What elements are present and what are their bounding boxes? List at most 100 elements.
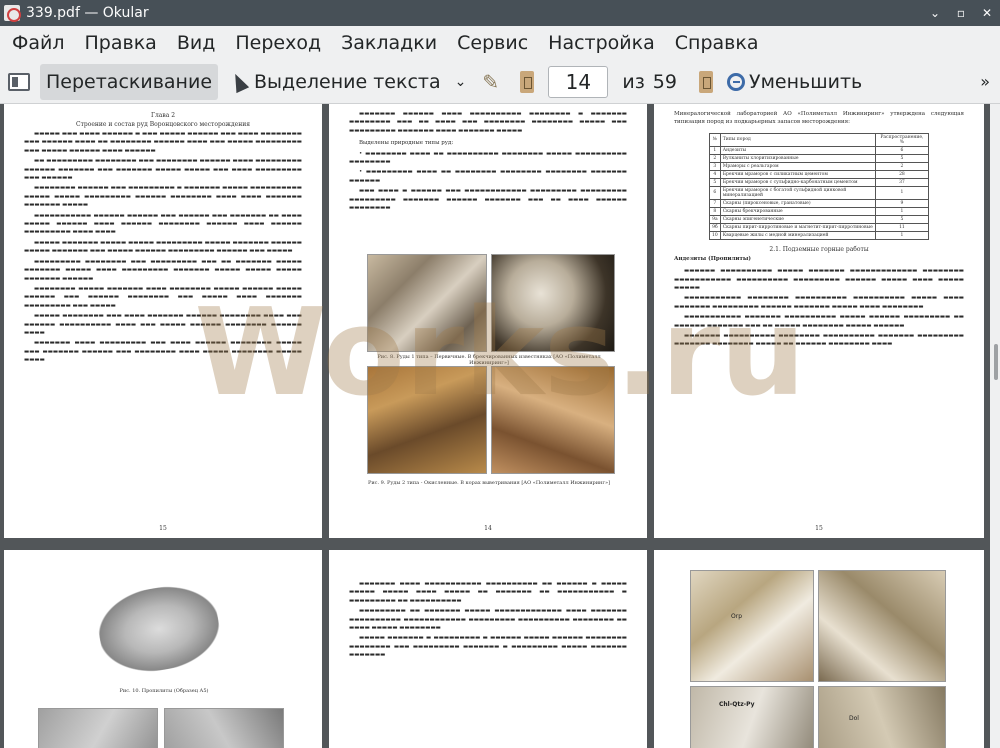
mineral-label-chl-qtz-py: Chl-Qtz-Py <box>719 701 755 708</box>
menu-edit[interactable]: Правка <box>75 32 167 54</box>
page-right-bottom: Orp Chl-Qtz-Py Dol <box>654 550 984 748</box>
table-cell: 3 <box>709 161 721 171</box>
mineral-label-orp: Orp <box>731 613 742 620</box>
table-row: 7 Скарны (пироксеновые, гранатовые) 9 <box>709 198 930 208</box>
section-title: 2.1. Подземные горные работы <box>769 245 869 253</box>
ore-photo-d <box>491 366 615 474</box>
page-subheading: Строение и состав руд Воронцовского мест… <box>76 121 250 128</box>
table-row: 2 Вулканиты хлоритизированные 5 <box>709 153 930 163</box>
table-cell: Скарны брекчированные <box>719 206 876 216</box>
table-header-row: № Типы пород Распространение, % <box>709 132 930 147</box>
main-toolbar: Перетаскивание Выделение текста ⌄ ✎ из 5… <box>0 60 1000 104</box>
menu-help[interactable]: Справка <box>665 32 769 54</box>
table-row: 4 Брекчии мраморов с силикатным цементом 2… <box>709 169 930 179</box>
table-cell: 8 <box>709 206 721 216</box>
page-body-text: ▬▬▬▬▬▬ ▬▬▬▬▬▬▬▬▬▬ ▬▬▬▬▬ ▬▬▬▬▬▬▬ ▬▬▬▬▬▬▬▬… <box>674 268 964 348</box>
micro-photo-orp: Orp <box>690 570 814 682</box>
mineral-label-dol: Dol <box>849 715 859 722</box>
table-cell: № <box>709 132 721 147</box>
menu-view[interactable]: Вид <box>167 32 226 54</box>
zoom-out-icon <box>726 72 745 91</box>
scrollbar-thumb[interactable] <box>994 344 998 380</box>
ore-photo-a <box>367 254 487 352</box>
thin-section-photo-b <box>164 708 284 748</box>
okular-app-icon <box>4 5 21 22</box>
page-body-text: ▬▬▬▬▬ ▬▬▬ ▬▬▬▬ ▬▬▬▬▬▬ ▬ ▬▬▬ ▬▬▬▬▬ ▬▬▬▬▬▬… <box>24 131 302 364</box>
table-cell: 2 <box>709 153 721 163</box>
page-number: 14 <box>484 525 492 532</box>
table-cell: Скарны (пироксеновые, гранатовые) <box>719 198 876 208</box>
table-cell: 9а <box>709 214 721 224</box>
menu-bookmarks[interactable]: Закладки <box>331 32 447 54</box>
figure-10-caption: Рис. 10. Пропилиты (Образец А5) <box>119 688 209 694</box>
browse-tool-button[interactable]: Перетаскивание <box>40 63 219 100</box>
page-number: 15 <box>815 525 823 532</box>
table-cell: 1 <box>709 145 721 155</box>
table-cell: 1 <box>874 185 930 200</box>
table-cell: Кварцевые жилы с медной минерализацией <box>719 230 876 240</box>
zoom-out-button[interactable]: Уменьшить <box>721 64 868 100</box>
toolbar-overflow-button[interactable]: » <box>980 72 990 91</box>
table-cell: 5 <box>874 153 930 163</box>
page-body-text: ▬▬▬▬▬▬▬ ▬▬▬▬ ▬▬▬▬▬▬▬▬▬▬▬ ▬▬▬▬▬▬▬▬▬▬ ▬▬ ▬… <box>349 581 627 659</box>
table-cell: 7 <box>709 198 721 208</box>
document-viewport[interactable]: Глава 2 Строение и состав руд Воронцовск… <box>0 104 1000 748</box>
menu-tools[interactable]: Сервис <box>447 32 538 54</box>
window-titlebar: 339.pdf — Okular ⌄ ▫ ✕ <box>0 0 1000 26</box>
table-row: 6 Брекчии мраморов с богатой сульфидной ц… <box>709 185 930 200</box>
page-number: 15 <box>159 525 167 532</box>
page-number-input[interactable] <box>548 65 609 98</box>
sidebar-toggle-icon[interactable] <box>8 72 30 91</box>
page-of-label: из <box>622 70 645 93</box>
vertical-scrollbar[interactable] <box>990 104 1000 748</box>
table-cell: Распространение, % <box>874 132 930 147</box>
page-right-top: Минералогической лабораторией АО «Полиме… <box>654 104 984 538</box>
table-cell: 10 <box>709 230 721 240</box>
menu-file[interactable]: Файл <box>0 32 75 54</box>
page-heading: Глава 2 <box>150 112 176 119</box>
table-cell: Скарны пирит-пирротиновые и магнетит-пир… <box>719 222 876 232</box>
annotate-pen-icon[interactable]: ✎ <box>482 71 504 93</box>
table-cell: 9 <box>874 198 930 208</box>
menu-settings[interactable]: Настройка <box>538 32 665 54</box>
table-cell: 28 <box>874 169 930 179</box>
table-row: 10 Кварцевые жилы с медной минерализацией… <box>709 230 930 240</box>
micro-photo-right <box>818 570 946 682</box>
table-cell: Брекчии мраморов с силикатным цементом <box>719 169 876 179</box>
table-cell: Вулканиты хлоритизированные <box>719 153 876 163</box>
menu-go[interactable]: Переход <box>225 32 331 54</box>
maximize-button[interactable]: ▫ <box>948 6 974 20</box>
table-row: 9б Скарны пирит-пирротиновые и магнетит-п… <box>709 222 930 232</box>
menubar: Файл Правка Вид Переход Закладки Сервис … <box>0 26 1000 60</box>
previous-page-icon[interactable] <box>520 70 535 93</box>
table-cell: Андезиты <box>719 145 876 155</box>
table-cell: 5 <box>874 214 930 224</box>
table-cell: 6 <box>874 145 930 155</box>
rock-types-table: № Типы пород Распространение, % 1 Андезиты 6 2… <box>709 132 930 240</box>
ore-types-title: Выделены природные типы руд: <box>359 140 454 147</box>
chevron-down-icon[interactable]: ⌄ <box>455 74 467 90</box>
table-row: 1 Андезиты 6 <box>709 145 930 155</box>
ore-photo-c <box>367 366 487 474</box>
table-cell: Мраморы с реальгаром <box>719 161 876 171</box>
table-cell: Брекчии мраморов с сульфидно-карбонатным… <box>719 177 876 187</box>
table-cell: 37 <box>874 177 930 187</box>
table-cell: 1 <box>874 230 930 240</box>
thin-section-photo-a <box>38 708 158 748</box>
window-title: 339.pdf — Okular <box>26 5 149 21</box>
text-select-tool-label: Выделение текста <box>254 70 441 93</box>
table-cell: 2 <box>874 161 930 171</box>
figure-8-caption: Рис. 8. Руды 1 типа – Первичные. В брекч… <box>377 354 601 366</box>
text-select-tool-button[interactable]: Выделение текста <box>226 64 447 100</box>
page-left-top: Глава 2 Строение и состав руд Воронцовск… <box>4 104 322 538</box>
close-button[interactable]: ✕ <box>974 6 1000 20</box>
figure-9-caption: Рис. 9. Руды 2 типа - Окисленные. В кора… <box>367 480 611 486</box>
table-cell: Скарны эпигенетические <box>719 214 876 224</box>
table-intro-text: Минералогической лабораторией АО «Полиме… <box>674 111 964 126</box>
minimize-button[interactable]: ⌄ <box>922 6 948 20</box>
table-cell: 11 <box>874 222 930 232</box>
table-cell: 4 <box>709 169 721 179</box>
next-page-icon[interactable] <box>698 70 713 93</box>
page-total: 59 <box>652 70 677 93</box>
micro-photo-chl: Chl-Qtz-Py <box>690 686 814 748</box>
